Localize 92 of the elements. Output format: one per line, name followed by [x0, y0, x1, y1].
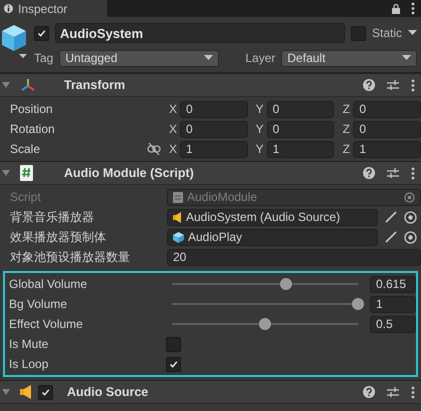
active-checkbox[interactable]: [34, 26, 49, 40]
object-field[interactable]: AudioSystem (Audio Source): [167, 208, 378, 226]
component-header[interactable]: Audio Module (Script): [0, 161, 421, 185]
number-field[interactable]: 1: [180, 140, 248, 158]
axis-label: Y: [254, 122, 265, 136]
menu-icon[interactable]: [411, 166, 415, 180]
axis-label: Z: [342, 142, 352, 156]
property-label: 对象池预设播放器数量: [10, 248, 131, 266]
menu-icon[interactable]: [411, 78, 415, 92]
script-file-icon: [173, 192, 183, 202]
property-label: Is Loop: [9, 357, 50, 371]
component-title: Transform: [64, 78, 126, 92]
cube-icon: [2, 23, 30, 61]
axis-label: X: [168, 122, 178, 136]
property-label: Position: [10, 102, 54, 116]
inspector-tab[interactable]: Inspector: [0, 0, 108, 17]
property-label: Is Mute: [9, 337, 50, 351]
checkmark-icon: [37, 28, 46, 38]
property-label: 效果播放器预制体: [10, 228, 107, 246]
component-title: Audio Module (Script): [64, 166, 195, 180]
menu-icon[interactable]: [411, 2, 415, 15]
number-field[interactable]: 0: [353, 120, 421, 138]
static-label: Static: [372, 26, 402, 40]
number-field[interactable]: 1: [266, 140, 334, 158]
preset-icon[interactable]: [387, 386, 399, 398]
menu-icon[interactable]: [411, 386, 415, 398]
caret-icon: [402, 55, 411, 61]
name-field[interactable]: AudioSystem: [55, 23, 345, 43]
script-icon: [20, 165, 33, 181]
static-checkbox[interactable]: [350, 26, 366, 40]
checkmark-icon: [41, 388, 50, 396]
help-icon[interactable]: [363, 167, 375, 179]
object-field[interactable]: AudioPlay: [167, 228, 378, 246]
caret-icon: [408, 30, 417, 36]
tab-title: Inspector: [18, 2, 68, 16]
foldout-icon[interactable]: [2, 81, 10, 89]
layer-dropdown[interactable]: Default: [281, 50, 417, 66]
number-field[interactable]: 1: [370, 296, 416, 312]
property-label: Bg Volume: [9, 297, 68, 311]
slider-thumb[interactable]: [352, 298, 364, 310]
checkbox[interactable]: [166, 356, 181, 372]
checkbox[interactable]: [166, 336, 181, 352]
property-label: Effect Volume: [9, 317, 84, 331]
target-icon: [404, 192, 415, 202]
property-label: 背景音乐播放器: [10, 208, 95, 226]
help-icon[interactable]: [363, 79, 375, 91]
axis-label: Z: [342, 122, 352, 136]
cube-icon: [173, 232, 184, 242]
pencil-icon[interactable]: [385, 231, 397, 243]
help-icon[interactable]: [363, 386, 375, 398]
component-header[interactable]: Transform: [0, 73, 421, 97]
tag-label: Tag: [34, 51, 54, 65]
checkmark-icon: [169, 360, 178, 368]
axis-label: X: [168, 102, 178, 116]
axis-label: X: [168, 142, 178, 156]
number-field[interactable]: 0: [353, 100, 421, 118]
foldout-icon[interactable]: [2, 169, 10, 177]
target-icon[interactable]: [404, 230, 417, 244]
preset-icon[interactable]: [387, 167, 399, 179]
component-header[interactable]: Audio Source: [0, 380, 421, 404]
number-field[interactable]: 0: [266, 100, 334, 118]
speaker-icon: [173, 212, 182, 222]
number-field[interactable]: 0: [266, 120, 334, 138]
number-field[interactable]: 0: [180, 100, 248, 118]
tag-dropdown[interactable]: Untagged: [59, 50, 220, 66]
slider-thumb[interactable]: [280, 278, 292, 290]
component-title: Audio Source: [67, 385, 150, 399]
number-field[interactable]: 1: [353, 140, 421, 158]
number-field[interactable]: 0.5: [370, 316, 416, 332]
enable-checkbox[interactable]: [38, 384, 53, 400]
speaker-icon: [20, 385, 32, 399]
number-field[interactable]: 0: [180, 120, 248, 138]
number-field[interactable]: 0.615: [370, 276, 416, 292]
lock-icon[interactable]: [391, 4, 401, 14]
unlink-icon[interactable]: [147, 143, 161, 155]
caret-icon: [204, 55, 214, 61]
target-icon[interactable]: [404, 210, 417, 224]
property-label: Scale: [10, 142, 42, 156]
property-label: Script: [10, 190, 42, 204]
slider-thumb[interactable]: [259, 318, 271, 330]
axes-icon: [20, 78, 36, 92]
info-icon: [4, 4, 13, 13]
axis-label: Z: [342, 102, 352, 116]
layer-label: Layer: [245, 51, 276, 65]
preset-icon[interactable]: [387, 79, 399, 91]
number-field[interactable]: 20: [167, 248, 421, 266]
axis-label: Y: [254, 102, 265, 116]
axis-label: Y: [254, 142, 265, 156]
pencil-icon[interactable]: [385, 211, 397, 223]
property-label: Rotation: [10, 122, 56, 136]
foldout-icon[interactable]: [2, 388, 10, 396]
property-label: Global Volume: [9, 277, 88, 291]
